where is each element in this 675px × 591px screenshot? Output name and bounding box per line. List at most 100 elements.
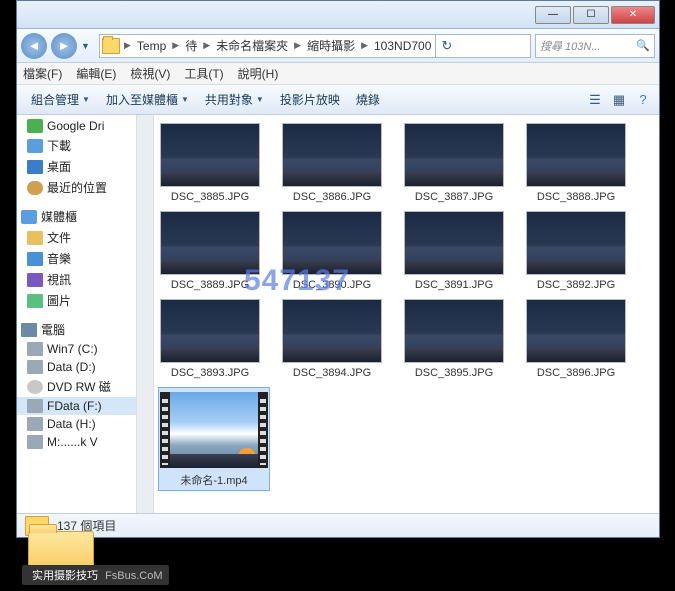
sidebar-item-data-h[interactable]: Data (H:): [17, 415, 136, 433]
file-item[interactable]: DSC_3892.JPG: [524, 211, 628, 291]
sidebar-item-pictures[interactable]: 圖片: [17, 290, 136, 311]
forward-button[interactable]: ►: [51, 33, 77, 59]
thumbnail: [160, 299, 260, 363]
sidebar-item-gdrive[interactable]: Google Dri: [17, 117, 136, 135]
file-name: DSC_3893.JPG: [171, 367, 249, 379]
file-item[interactable]: DSC_3896.JPG: [524, 299, 628, 379]
file-name: DSC_3896.JPG: [537, 367, 615, 379]
back-button[interactable]: ◄: [21, 33, 47, 59]
breadcrumb-seg[interactable]: Temp: [133, 39, 170, 53]
breadcrumb-arrow[interactable]: ▶: [292, 40, 303, 51]
file-name: DSC_3891.JPG: [415, 279, 493, 291]
breadcrumb-seg[interactable]: 未命名檔案夾: [212, 37, 292, 54]
gdrive-icon: [27, 119, 43, 133]
nav-tree: Google Dri 下載 桌面 最近的位置 媒體櫃 文件 音樂 視訊 圖片 電…: [17, 115, 137, 513]
sidebar-item-downloads[interactable]: 下載: [17, 135, 136, 156]
history-dropdown[interactable]: ▼: [81, 41, 95, 51]
recent-icon: [27, 181, 43, 195]
menu-bar: 檔案(F) 編輯(E) 檢視(V) 工具(T) 說明(H): [17, 63, 659, 85]
hdd-icon: [27, 435, 43, 449]
thumbnail: [526, 299, 626, 363]
sidebar-item-documents[interactable]: 文件: [17, 227, 136, 248]
sidebar-item-music[interactable]: 音樂: [17, 248, 136, 269]
preview-pane-button[interactable]: ▦: [609, 90, 629, 110]
sidebar-heading-computer[interactable]: 電腦: [17, 319, 136, 340]
footer-text1: 实用摄影技巧: [32, 570, 98, 582]
breadcrumb-seg[interactable]: 縮時攝影: [303, 37, 359, 54]
hdd-icon: [27, 360, 43, 374]
view-options-button[interactable]: ☰: [585, 90, 605, 110]
hdd-icon: [27, 417, 43, 431]
menu-tools[interactable]: 工具(T): [184, 65, 223, 82]
hdd-icon: [27, 342, 43, 356]
footer-watermark: 实用摄影技巧 FsBus.CoM: [22, 565, 169, 585]
file-name: DSC_3888.JPG: [537, 191, 615, 203]
thumbnail: [160, 123, 260, 187]
library-icon: [21, 210, 37, 224]
file-list[interactable]: DSC_3885.JPG DSC_3886.JPG DSC_3887.JPG D…: [154, 115, 659, 513]
file-item-video[interactable]: ▶ 未命名-1.mp4: [158, 387, 270, 491]
menu-help[interactable]: 說明(H): [238, 65, 279, 82]
titlebar: — ☐ ✕: [17, 1, 659, 29]
refresh-button[interactable]: ↻: [435, 35, 457, 57]
thumbnail: [282, 299, 382, 363]
maximize-button[interactable]: ☐: [573, 6, 609, 24]
search-input[interactable]: 搜尋 103N... 🔍: [535, 34, 655, 58]
help-button[interactable]: ?: [633, 90, 653, 110]
breadcrumb-arrow[interactable]: ▶: [122, 40, 133, 51]
file-name: DSC_3889.JPG: [171, 279, 249, 291]
sidebar-item-ms[interactable]: M:......k V: [17, 433, 136, 451]
address-bar[interactable]: ▶ Temp ▶ 待 ▶ 未命名檔案夾 ▶ 縮時攝影 ▶ 103ND700 ↻: [99, 34, 531, 58]
burn-button[interactable]: 燒錄: [348, 91, 388, 108]
watermark-text: 547137: [244, 264, 350, 298]
breadcrumb-arrow[interactable]: ▶: [201, 40, 212, 51]
slideshow-button[interactable]: 投影片放映: [272, 91, 348, 108]
share-button[interactable]: 共用對象▼: [197, 91, 272, 108]
include-library-button[interactable]: 加入至媒體櫃▼: [98, 91, 197, 108]
breadcrumb-arrow[interactable]: ▶: [359, 40, 370, 51]
minimize-button[interactable]: —: [535, 6, 571, 24]
file-item[interactable]: DSC_3894.JPG: [280, 299, 384, 379]
menu-edit[interactable]: 編輯(E): [76, 65, 116, 82]
breadcrumb-seg[interactable]: 待: [181, 37, 201, 54]
dvd-icon: [27, 380, 43, 394]
download-icon: [27, 139, 43, 153]
sidebar-item-win7[interactable]: Win7 (C:): [17, 340, 136, 358]
search-placeholder: 搜尋 103N...: [540, 38, 601, 54]
file-item[interactable]: DSC_3887.JPG: [402, 123, 506, 203]
video-icon: [27, 273, 43, 287]
organize-button[interactable]: 組合管理▼: [23, 91, 98, 108]
command-bar: 組合管理▼ 加入至媒體櫃▼ 共用對象▼ 投影片放映 燒錄 ☰ ▦ ?: [17, 85, 659, 115]
play-icon: ▶: [238, 448, 256, 466]
thumbnail: [404, 211, 504, 275]
sidebar-item-desktop[interactable]: 桌面: [17, 156, 136, 177]
breadcrumb-arrow[interactable]: ▶: [170, 40, 181, 51]
file-item[interactable]: DSC_3891.JPG: [402, 211, 506, 291]
video-thumbnail: ▶: [170, 392, 258, 468]
file-name: DSC_3886.JPG: [293, 191, 371, 203]
sidebar-heading-libraries[interactable]: 媒體櫃: [17, 206, 136, 227]
sidebar-item-videos[interactable]: 視訊: [17, 269, 136, 290]
file-item[interactable]: DSC_3886.JPG: [280, 123, 384, 203]
sidebar-item-fdata[interactable]: FData (F:): [17, 397, 136, 415]
close-button[interactable]: ✕: [611, 6, 655, 24]
file-name: DSC_3894.JPG: [293, 367, 371, 379]
hdd-icon: [27, 399, 43, 413]
menu-file[interactable]: 檔案(F): [23, 65, 62, 82]
sidebar-item-data-d[interactable]: Data (D:): [17, 358, 136, 376]
file-name: DSC_3895.JPG: [415, 367, 493, 379]
file-item[interactable]: DSC_3895.JPG: [402, 299, 506, 379]
file-item[interactable]: DSC_3885.JPG: [158, 123, 262, 203]
file-item[interactable]: DSC_3893.JPG: [158, 299, 262, 379]
folder-icon: [102, 38, 120, 54]
filmstrip-icon: [258, 392, 268, 468]
sidebar-item-recent[interactable]: 最近的位置: [17, 177, 136, 198]
thumbnail: [526, 123, 626, 187]
sidebar-item-dvd[interactable]: DVD RW 磁: [17, 376, 136, 397]
menu-view[interactable]: 檢視(V): [130, 65, 170, 82]
file-item[interactable]: DSC_3888.JPG: [524, 123, 628, 203]
sidebar-scrollbar[interactable]: [137, 115, 154, 513]
chevron-down-icon: ▼: [181, 95, 189, 104]
thumbnail: [526, 211, 626, 275]
breadcrumb-seg[interactable]: 103ND700: [370, 39, 435, 53]
